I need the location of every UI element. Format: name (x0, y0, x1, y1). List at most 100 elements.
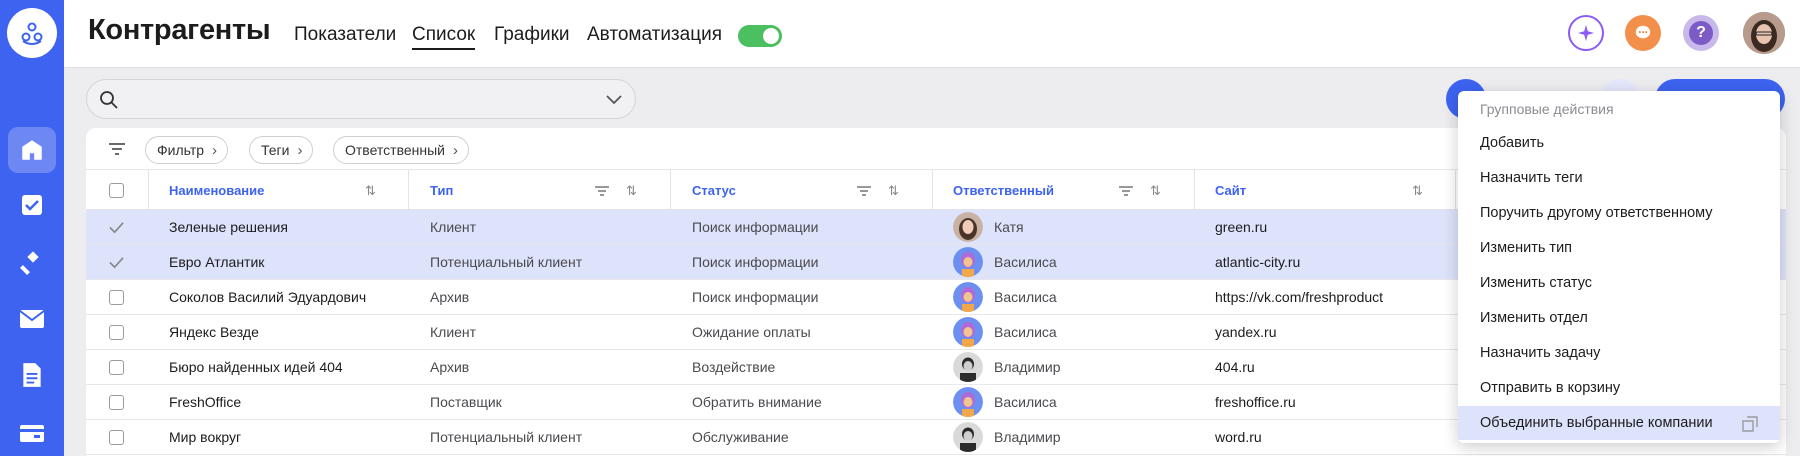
sort-icon[interactable]: ⇅ (1412, 183, 1423, 199)
owner-avatar (953, 247, 983, 277)
owner-avatar (953, 317, 983, 347)
owner-name: Владимир (994, 359, 1061, 375)
company-type: Клиент (430, 219, 477, 235)
help-button[interactable]: ? (1683, 15, 1719, 51)
sort-icon[interactable]: ⇅ (365, 183, 376, 199)
nav-tasks[interactable] (8, 182, 56, 228)
owner-name: Василиса (994, 289, 1057, 305)
chevron-right-icon: › (297, 141, 303, 159)
menu-item-change-status[interactable]: Изменить статус (1458, 266, 1780, 300)
column-divider (408, 170, 409, 210)
owner-avatar (953, 387, 983, 417)
company-status: Ожидание оплаты (692, 324, 811, 340)
tab-indicators[interactable]: Показатели (294, 24, 396, 46)
tags-chip[interactable]: Теги › (249, 136, 314, 164)
column-name[interactable]: Наименование (169, 170, 264, 210)
owner-name: Василиса (994, 324, 1057, 340)
owner-name: Василиса (994, 254, 1057, 270)
automation-toggle[interactable] (738, 25, 782, 47)
company-name[interactable]: Яндекс Везде (169, 315, 259, 349)
sort-icon[interactable]: ⇅ (888, 183, 899, 199)
sort-icon[interactable]: ⇅ (1150, 183, 1161, 199)
chevron-down-icon[interactable] (605, 94, 623, 106)
company-site[interactable]: 404.ru (1215, 350, 1255, 384)
menu-item-merge-companies[interactable]: Объединить выбранные компании (1458, 406, 1780, 440)
search-input[interactable] (86, 79, 636, 119)
company-site[interactable]: word.ru (1215, 420, 1262, 454)
company-site[interactable]: yandex.ru (1215, 315, 1276, 349)
page-title: Контрагенты (88, 14, 271, 46)
company-name[interactable]: Мир вокруг (169, 420, 241, 454)
company-name[interactable]: Евро Атлантик (169, 245, 264, 279)
app-logo[interactable] (7, 8, 57, 58)
row-checkbox[interactable] (109, 395, 124, 410)
ai-assistant-button[interactable] (1568, 15, 1604, 51)
chevron-right-icon: › (452, 141, 458, 159)
checkbox-icon (22, 195, 42, 215)
column-owner[interactable]: Ответственный (953, 170, 1054, 210)
filter-lines-icon[interactable] (108, 142, 126, 156)
menu-item-reassign-owner[interactable]: Поручить другому ответственному (1458, 196, 1780, 230)
owner-name: Катя (994, 219, 1024, 235)
column-divider (148, 170, 149, 210)
company-type: Потенциальный клиент (430, 254, 583, 270)
menu-item-add[interactable]: Добавить (1458, 126, 1780, 160)
menu-item-change-type[interactable]: Изменить тип (1458, 231, 1780, 265)
company-site[interactable]: https://vk.com/freshproduct (1215, 280, 1383, 314)
column-type[interactable]: Тип (430, 170, 453, 210)
row-checkbox[interactable] (109, 430, 124, 445)
tab-automation[interactable]: Автоматизация (587, 24, 722, 46)
row-checkbox[interactable] (109, 360, 124, 375)
document-icon (23, 363, 41, 387)
column-divider (1194, 170, 1195, 210)
menu-item-assign-task[interactable]: Назначить задачу (1458, 336, 1780, 370)
menu-item-move-to-trash[interactable]: Отправить в корзину (1458, 371, 1780, 405)
menu-item-assign-tags[interactable]: Назначить теги (1458, 161, 1780, 195)
company-name[interactable]: Соколов Василий Эдуардович (169, 280, 366, 314)
user-photo (1743, 12, 1785, 54)
column-filter-icon[interactable] (594, 185, 610, 197)
checkmark-icon[interactable] (109, 220, 124, 235)
column-status[interactable]: Статус (692, 170, 736, 210)
filter-chip[interactable]: Фильтр › (145, 136, 229, 164)
company-name[interactable]: Бюро найденных идей 404 (169, 350, 343, 384)
nav-companies[interactable] (8, 127, 56, 173)
wallet-icon (20, 425, 44, 442)
company-site[interactable]: green.ru (1215, 210, 1267, 244)
company-site[interactable]: freshoffice.ru (1215, 385, 1296, 419)
checkmark-icon[interactable] (109, 255, 124, 270)
chat-icon (1635, 25, 1651, 39)
sort-icon[interactable]: ⇅ (626, 183, 637, 199)
select-all-checkbox[interactable] (109, 183, 124, 198)
nav-deals[interactable] (8, 240, 56, 286)
row-checkbox[interactable] (109, 325, 124, 340)
column-filter-icon[interactable] (1118, 185, 1134, 197)
company-name[interactable]: FreshOffice (169, 385, 241, 419)
company-status: Поиск информации (692, 219, 819, 235)
mail-icon (19, 310, 45, 328)
question-icon: ? (1689, 21, 1713, 45)
company-site[interactable]: atlantic-city.ru (1215, 245, 1300, 279)
chat-button[interactable] (1625, 15, 1661, 51)
menu-item-merge-label: Объединить выбранные компании (1480, 415, 1713, 431)
nav-documents[interactable] (8, 352, 56, 398)
company-status: Поиск информации (692, 289, 819, 305)
company-name[interactable]: Зеленые решения (169, 210, 288, 244)
column-divider (932, 170, 933, 210)
column-filter-icon[interactable] (856, 185, 872, 197)
chevron-right-icon: › (212, 141, 218, 159)
nav-mail[interactable] (8, 296, 56, 342)
company-status: Обратить внимание (692, 394, 822, 410)
user-avatar[interactable] (1743, 12, 1785, 54)
search-icon (100, 91, 118, 109)
tab-list[interactable]: Список (412, 24, 476, 50)
owner-chip[interactable]: Ответственный › (333, 136, 469, 164)
gavel-icon (20, 251, 39, 275)
tab-charts[interactable]: Графики (494, 24, 570, 46)
owner-avatar (953, 282, 983, 312)
column-site[interactable]: Сайт (1215, 170, 1246, 210)
nav-finance[interactable] (8, 410, 56, 456)
menu-item-change-department[interactable]: Изменить отдел (1458, 301, 1780, 335)
filter-chip-label: Фильтр (157, 142, 205, 158)
row-checkbox[interactable] (109, 290, 124, 305)
